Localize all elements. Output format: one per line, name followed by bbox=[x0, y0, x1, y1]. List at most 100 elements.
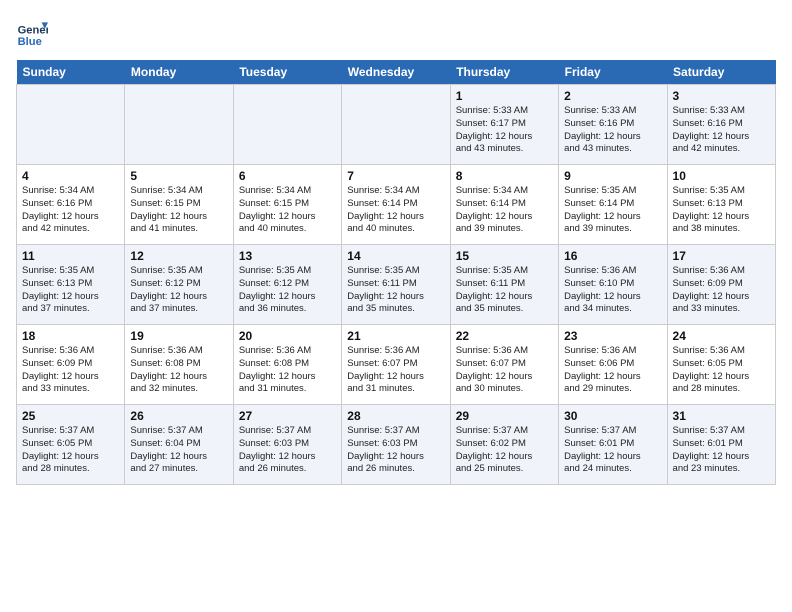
day-number: 20 bbox=[239, 329, 336, 343]
day-info: Sunrise: 5:36 AM Sunset: 6:08 PM Dayligh… bbox=[239, 345, 336, 396]
calendar-cell: 28Sunrise: 5:37 AM Sunset: 6:03 PM Dayli… bbox=[342, 405, 450, 485]
calendar-cell: 20 Sunrise: 5:36 AM Sunset: 6:08 PM Dayli… bbox=[233, 325, 341, 405]
day-info: Sunrise: 5:35 AM Sunset: 6:11 PM Dayligh… bbox=[456, 265, 553, 316]
day-info: Sunrise: 5:35 AM Sunset: 6:13 PM Dayligh… bbox=[22, 265, 119, 316]
day-number: 11 bbox=[22, 249, 119, 263]
calendar-cell bbox=[342, 85, 450, 165]
calendar-week-row: 4 Sunrise: 5:34 AM Sunset: 6:16 PM Daylig… bbox=[17, 165, 776, 245]
day-number: 1 bbox=[456, 89, 553, 103]
day-info: Sunrise: 5:33 AM Sunset: 6:16 PM Dayligh… bbox=[673, 105, 770, 156]
day-number: 3 bbox=[673, 89, 770, 103]
day-number: 31 bbox=[673, 409, 770, 423]
day-info: Sunrise: 5:34 AM Sunset: 6:15 PM Dayligh… bbox=[239, 185, 336, 236]
calendar-cell: 19 Sunrise: 5:36 AM Sunset: 6:08 PM Dayli… bbox=[125, 325, 233, 405]
day-info: Sunrise: 5:37 AM Sunset: 6:04 PM Dayligh… bbox=[130, 425, 227, 476]
calendar-cell: 5 Sunrise: 5:34 AM Sunset: 6:15 PM Daylig… bbox=[125, 165, 233, 245]
day-number: 6 bbox=[239, 169, 336, 183]
header-sunday: Sunday bbox=[17, 60, 125, 85]
header-tuesday: Tuesday bbox=[233, 60, 341, 85]
svg-text:Blue: Blue bbox=[18, 36, 42, 48]
calendar-cell bbox=[233, 85, 341, 165]
day-number: 7 bbox=[347, 169, 444, 183]
header-friday: Friday bbox=[559, 60, 667, 85]
day-number: 4 bbox=[22, 169, 119, 183]
day-number: 5 bbox=[130, 169, 227, 183]
day-info: Sunrise: 5:35 AM Sunset: 6:13 PM Dayligh… bbox=[673, 185, 770, 236]
day-info: Sunrise: 5:37 AM Sunset: 6:05 PM Dayligh… bbox=[22, 425, 119, 476]
calendar-cell: 16Sunrise: 5:36 AM Sunset: 6:10 PM Dayli… bbox=[559, 245, 667, 325]
calendar-cell: 9 Sunrise: 5:35 AM Sunset: 6:14 PM Daylig… bbox=[559, 165, 667, 245]
day-info: Sunrise: 5:36 AM Sunset: 6:09 PM Dayligh… bbox=[673, 265, 770, 316]
day-number: 17 bbox=[673, 249, 770, 263]
day-number: 21 bbox=[347, 329, 444, 343]
day-number: 22 bbox=[456, 329, 553, 343]
calendar-cell: 15Sunrise: 5:35 AM Sunset: 6:11 PM Dayli… bbox=[450, 245, 558, 325]
day-info: Sunrise: 5:35 AM Sunset: 6:11 PM Dayligh… bbox=[347, 265, 444, 316]
calendar-cell: 10 Sunrise: 5:35 AM Sunset: 6:13 PM Dayli… bbox=[667, 165, 775, 245]
day-number: 9 bbox=[564, 169, 661, 183]
calendar-cell: 29 Sunrise: 5:37 AM Sunset: 6:02 PM Dayli… bbox=[450, 405, 558, 485]
day-info: Sunrise: 5:36 AM Sunset: 6:09 PM Dayligh… bbox=[22, 345, 119, 396]
calendar-cell: 1 Sunrise: 5:33 AM Sunset: 6:17 PM Daylig… bbox=[450, 85, 558, 165]
day-number: 14 bbox=[347, 249, 444, 263]
day-info: Sunrise: 5:35 AM Sunset: 6:12 PM Dayligh… bbox=[130, 265, 227, 316]
calendar-cell bbox=[17, 85, 125, 165]
calendar-week-row: 25Sunrise: 5:37 AM Sunset: 6:05 PM Dayli… bbox=[17, 405, 776, 485]
calendar-cell: 31 Sunrise: 5:37 AM Sunset: 6:01 PM Dayli… bbox=[667, 405, 775, 485]
day-info: Sunrise: 5:37 AM Sunset: 6:02 PM Dayligh… bbox=[456, 425, 553, 476]
day-info: Sunrise: 5:36 AM Sunset: 6:05 PM Dayligh… bbox=[673, 345, 770, 396]
day-info: Sunrise: 5:37 AM Sunset: 6:03 PM Dayligh… bbox=[239, 425, 336, 476]
header-monday: Monday bbox=[125, 60, 233, 85]
calendar-cell bbox=[125, 85, 233, 165]
day-info: Sunrise: 5:35 AM Sunset: 6:14 PM Dayligh… bbox=[564, 185, 661, 236]
calendar-table: SundayMondayTuesdayWednesdayThursdayFrid… bbox=[16, 60, 776, 485]
calendar-cell: 22 Sunrise: 5:36 AM Sunset: 6:07 PM Dayli… bbox=[450, 325, 558, 405]
day-number: 12 bbox=[130, 249, 227, 263]
calendar-cell: 24 Sunrise: 5:36 AM Sunset: 6:05 PM Dayli… bbox=[667, 325, 775, 405]
day-info: Sunrise: 5:37 AM Sunset: 6:01 PM Dayligh… bbox=[564, 425, 661, 476]
calendar-cell: 23 Sunrise: 5:36 AM Sunset: 6:06 PM Dayli… bbox=[559, 325, 667, 405]
day-info: Sunrise: 5:36 AM Sunset: 6:10 PM Dayligh… bbox=[564, 265, 661, 316]
calendar-cell: 26Sunrise: 5:37 AM Sunset: 6:04 PM Dayli… bbox=[125, 405, 233, 485]
day-info: Sunrise: 5:34 AM Sunset: 6:15 PM Dayligh… bbox=[130, 185, 227, 236]
day-number: 8 bbox=[456, 169, 553, 183]
calendar-cell: 11 Sunrise: 5:35 AM Sunset: 6:13 PM Dayli… bbox=[17, 245, 125, 325]
calendar-cell: 13Sunrise: 5:35 AM Sunset: 6:12 PM Dayli… bbox=[233, 245, 341, 325]
page-header: General Blue bbox=[16, 16, 776, 48]
day-info: Sunrise: 5:36 AM Sunset: 6:08 PM Dayligh… bbox=[130, 345, 227, 396]
day-number: 24 bbox=[673, 329, 770, 343]
calendar-week-row: 11 Sunrise: 5:35 AM Sunset: 6:13 PM Dayli… bbox=[17, 245, 776, 325]
calendar-cell: 14 Sunrise: 5:35 AM Sunset: 6:11 PM Dayli… bbox=[342, 245, 450, 325]
day-number: 10 bbox=[673, 169, 770, 183]
day-info: Sunrise: 5:34 AM Sunset: 6:16 PM Dayligh… bbox=[22, 185, 119, 236]
calendar-cell: 17 Sunrise: 5:36 AM Sunset: 6:09 PM Dayli… bbox=[667, 245, 775, 325]
calendar-cell: 18 Sunrise: 5:36 AM Sunset: 6:09 PM Dayli… bbox=[17, 325, 125, 405]
svg-text:General: General bbox=[18, 25, 48, 37]
calendar-cell: 4 Sunrise: 5:34 AM Sunset: 6:16 PM Daylig… bbox=[17, 165, 125, 245]
logo-icon: General Blue bbox=[16, 16, 48, 48]
calendar-cell: 30Sunrise: 5:37 AM Sunset: 6:01 PM Dayli… bbox=[559, 405, 667, 485]
day-number: 19 bbox=[130, 329, 227, 343]
day-info: Sunrise: 5:36 AM Sunset: 6:07 PM Dayligh… bbox=[347, 345, 444, 396]
header-thursday: Thursday bbox=[450, 60, 558, 85]
header-wednesday: Wednesday bbox=[342, 60, 450, 85]
calendar-cell: 21 Sunrise: 5:36 AM Sunset: 6:07 PM Dayli… bbox=[342, 325, 450, 405]
calendar-cell: 3 Sunrise: 5:33 AM Sunset: 6:16 PM Daylig… bbox=[667, 85, 775, 165]
day-info: Sunrise: 5:37 AM Sunset: 6:03 PM Dayligh… bbox=[347, 425, 444, 476]
day-info: Sunrise: 5:36 AM Sunset: 6:06 PM Dayligh… bbox=[564, 345, 661, 396]
calendar-cell: 12 Sunrise: 5:35 AM Sunset: 6:12 PM Dayli… bbox=[125, 245, 233, 325]
day-info: Sunrise: 5:33 AM Sunset: 6:17 PM Dayligh… bbox=[456, 105, 553, 156]
day-info: Sunrise: 5:34 AM Sunset: 6:14 PM Dayligh… bbox=[456, 185, 553, 236]
calendar-week-row: 1 Sunrise: 5:33 AM Sunset: 6:17 PM Daylig… bbox=[17, 85, 776, 165]
day-info: Sunrise: 5:37 AM Sunset: 6:01 PM Dayligh… bbox=[673, 425, 770, 476]
calendar-cell: 25Sunrise: 5:37 AM Sunset: 6:05 PM Dayli… bbox=[17, 405, 125, 485]
day-number: 13 bbox=[239, 249, 336, 263]
day-number: 18 bbox=[22, 329, 119, 343]
day-info: Sunrise: 5:36 AM Sunset: 6:07 PM Dayligh… bbox=[456, 345, 553, 396]
day-number: 23 bbox=[564, 329, 661, 343]
day-number: 2 bbox=[564, 89, 661, 103]
day-number: 29 bbox=[456, 409, 553, 423]
day-info: Sunrise: 5:34 AM Sunset: 6:14 PM Dayligh… bbox=[347, 185, 444, 236]
calendar-cell: 6 Sunrise: 5:34 AM Sunset: 6:15 PM Daylig… bbox=[233, 165, 341, 245]
header-saturday: Saturday bbox=[667, 60, 775, 85]
